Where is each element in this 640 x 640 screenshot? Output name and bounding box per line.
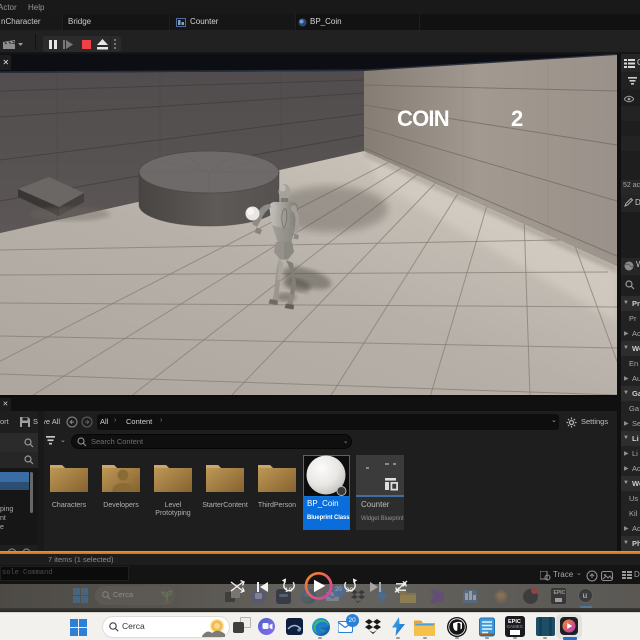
svg-text:COIN: COIN [397, 106, 449, 131]
svg-text:2: 2 [511, 106, 523, 131]
